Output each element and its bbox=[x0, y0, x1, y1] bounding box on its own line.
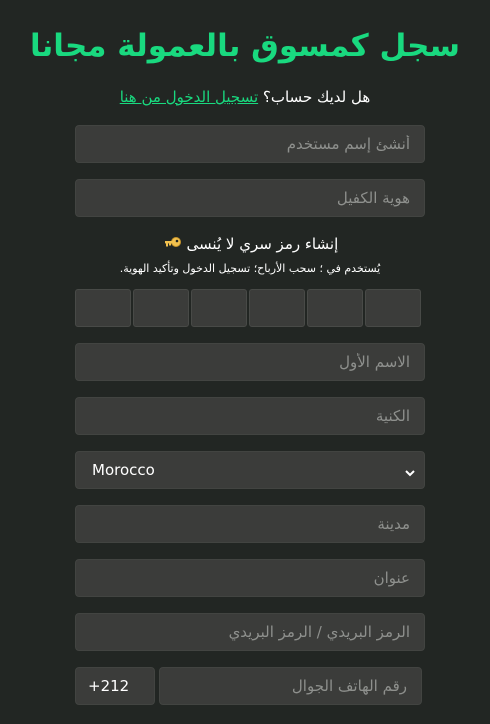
signup-page: سجل كمسوق بالعمولة مجانا هل لديك حساب؟ ت… bbox=[0, 0, 490, 724]
address-input[interactable] bbox=[75, 559, 425, 597]
pin-digit-box[interactable] bbox=[75, 289, 131, 327]
city-input[interactable] bbox=[75, 505, 425, 543]
country-select-value: Morocco bbox=[92, 461, 155, 479]
login-prompt: هل لديك حساب؟ تسجيل الدخول من هنا bbox=[0, 87, 490, 107]
pin-help-text: يُستخدم في ؛ سحب الأرباح؛ تسجيل الدخول و… bbox=[119, 262, 381, 275]
sponsor-id-input[interactable] bbox=[75, 179, 425, 217]
pin-digit-box[interactable] bbox=[307, 289, 363, 327]
username-input[interactable] bbox=[75, 125, 425, 163]
pin-digit-box[interactable] bbox=[191, 289, 247, 327]
phone-country-code[interactable]: +212 bbox=[75, 667, 155, 705]
page-title: سجل كمسوق بالعمولة مجانا bbox=[30, 28, 460, 64]
phone-input[interactable] bbox=[159, 667, 422, 705]
country-select[interactable]: Morocco bbox=[75, 451, 425, 489]
postal-code-input[interactable] bbox=[75, 613, 425, 651]
key-icon bbox=[164, 234, 182, 256]
last-name-input[interactable] bbox=[75, 397, 425, 435]
login-question: هل لديك حساب؟ bbox=[262, 88, 371, 106]
pin-heading: إنشاء رمز سري لا يُنسى bbox=[75, 233, 425, 256]
pin-digit-box[interactable] bbox=[249, 289, 305, 327]
pin-heading-text: إنشاء رمز سري لا يُنسى bbox=[186, 235, 339, 253]
login-link[interactable]: تسجيل الدخول من هنا bbox=[120, 88, 258, 106]
pin-digit-box[interactable] bbox=[365, 289, 421, 327]
chevron-down-icon bbox=[404, 464, 416, 483]
pin-digit-box[interactable] bbox=[133, 289, 189, 327]
first-name-input[interactable] bbox=[75, 343, 425, 381]
